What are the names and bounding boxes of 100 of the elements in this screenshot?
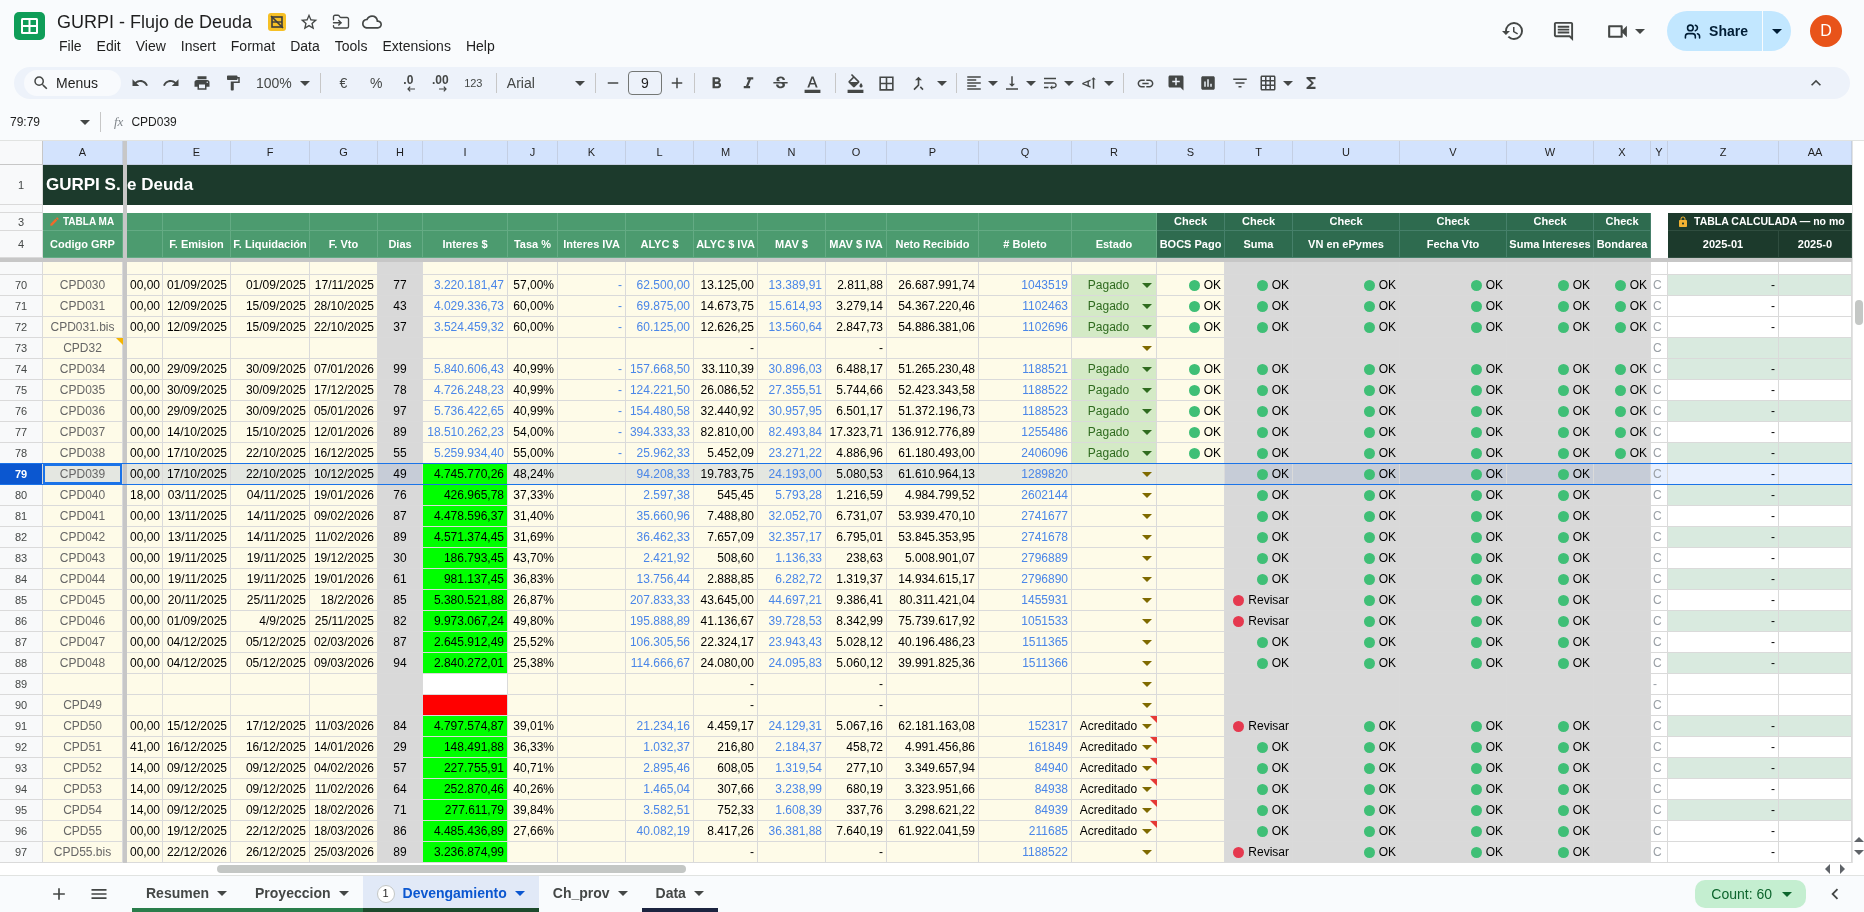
row-header[interactable]: 74 [0,359,43,380]
triangle-right-icon[interactable] [1840,864,1845,874]
count-summary[interactable]: Count: 60 [1695,880,1806,908]
caret-icon[interactable] [987,80,998,86]
column-header[interactable]: K [558,141,626,165]
row-header[interactable]: 88 [0,653,43,674]
row-header[interactable]: 82 [0,527,43,548]
column-header[interactable]: E [163,141,231,165]
column-header[interactable]: Z [1668,141,1779,165]
column-header[interactable]: M [694,141,758,165]
row-header[interactable]: 83 [0,548,43,569]
paint-bucket-icon[interactable] [846,73,866,93]
dropdown-cell[interactable] [1072,464,1157,485]
dropdown-cell[interactable]: Pagado [1072,359,1157,380]
row-header[interactable]: 79 [0,464,43,485]
menu-item[interactable]: Tools [334,35,368,57]
dropdown-cell[interactable]: Pagado [1072,296,1157,317]
column-header[interactable]: L [626,141,694,165]
dropdown-cell[interactable] [1072,632,1157,653]
column-header[interactable]: AA [1779,141,1852,165]
triangle-up-icon[interactable] [1853,837,1864,842]
bar-chart-icon[interactable] [1198,74,1217,92]
decrease-decimals-button[interactable]: .0 [392,74,424,92]
border-grid-icon[interactable] [877,73,897,93]
column-header[interactable]: I [423,141,508,165]
zoom-dropdown[interactable]: 100% [256,72,314,94]
row-header[interactable]: 92 [0,737,43,758]
row-header[interactable]: 81 [0,506,43,527]
column-header[interactable]: X [1594,141,1651,165]
formula-field[interactable]: CPD039 [131,113,1864,131]
increase-decimals-button[interactable]: .00 [423,74,457,92]
row-header[interactable]: 75 [0,380,43,401]
underlined-letter-icon[interactable] [803,73,823,93]
column-header[interactable]: S [1157,141,1225,165]
column-header[interactable]: G [310,141,378,165]
column-header[interactable]: R [1072,141,1157,165]
column-header[interactable]: J [508,141,558,165]
row-header[interactable]: 70 [0,275,43,296]
dropdown-cell[interactable]: Pagado [1072,401,1157,422]
row-header[interactable]: 4 [0,231,43,258]
row-header[interactable]: 77 [0,422,43,443]
dropdown-cell[interactable]: Pagado [1072,380,1157,401]
number-format-button[interactable]: 123 [456,74,490,92]
avatar[interactable]: D [1810,15,1842,47]
row-header[interactable]: 72 [0,317,43,338]
column-header[interactable]: Y [1651,141,1668,165]
menu-item[interactable]: File [59,35,82,57]
scrollbar-thumb[interactable] [217,865,686,873]
row-header[interactable]: 86 [0,611,43,632]
font-dropdown[interactable]: Arial [502,72,589,94]
dropdown-cell[interactable] [1072,590,1157,611]
column-header[interactable]: T [1225,141,1293,165]
row-header[interactable]: 87 [0,632,43,653]
rotated-text-icon[interactable] [1079,74,1098,92]
column-header[interactable]: F [231,141,310,165]
font-size-field[interactable]: 9 [627,71,662,95]
menu-item[interactable]: Extensions [382,35,451,57]
menu-item[interactable]: Data [290,35,320,57]
row-header[interactable]: 97 [0,842,43,863]
menu-search-field[interactable]: Menus [24,70,121,96]
sheet-tab[interactable]: Resumen [132,876,242,912]
slashed-grid-icon[interactable] [268,13,287,31]
column-header[interactable]: W [1507,141,1594,165]
dropdown-cell[interactable] [1072,653,1157,674]
sheet-tab[interactable]: Ch_prov [538,876,642,912]
caret-icon[interactable] [936,80,947,86]
row-header[interactable]: 89 [0,674,43,695]
column-header[interactable]: N [758,141,826,165]
document-title[interactable]: GURPI - Flujo de Deuda [57,10,253,34]
column-header[interactable]: U [1293,141,1400,165]
menu-item[interactable]: Help [465,35,495,57]
menu-item[interactable]: Insert [180,35,216,57]
dropdown-cell[interactable] [1072,527,1157,548]
align-left-icon[interactable] [964,74,983,92]
table-grid-icon[interactable] [1258,74,1277,92]
column-header[interactable]: O [826,141,887,165]
comment-icon[interactable] [1552,19,1576,43]
row-header[interactable]: 84 [0,569,43,590]
dropdown-cell[interactable]: Pagado [1072,275,1157,296]
row-header[interactable]: 71 [0,296,43,317]
caret-icon[interactable] [1635,28,1646,34]
scrollbar-thumb[interactable] [1854,300,1863,325]
folder-arrow-icon[interactable] [332,13,351,31]
column-header[interactable]: P [887,141,979,165]
triangle-left-icon[interactable] [1825,864,1830,874]
dropdown-cell[interactable] [1072,548,1157,569]
row-header[interactable]: 91 [0,716,43,737]
row-header[interactable]: 85 [0,590,43,611]
dropdown-cell[interactable] [1072,695,1157,716]
row-header[interactable]: 1 [0,165,43,205]
cloud-icon[interactable] [362,12,383,32]
row-header[interactable]: 90 [0,695,43,716]
percent-button[interactable]: % [359,72,393,94]
dropdown-cell[interactable] [1072,611,1157,632]
name-box[interactable]: 79:79 [0,113,100,131]
column-header[interactable]: A [43,141,123,165]
caret-icon[interactable] [1025,80,1036,86]
caret-icon[interactable] [1103,80,1114,86]
sheet-tab[interactable]: 1 Devengamiento [362,876,539,912]
history-icon[interactable] [1501,19,1526,43]
